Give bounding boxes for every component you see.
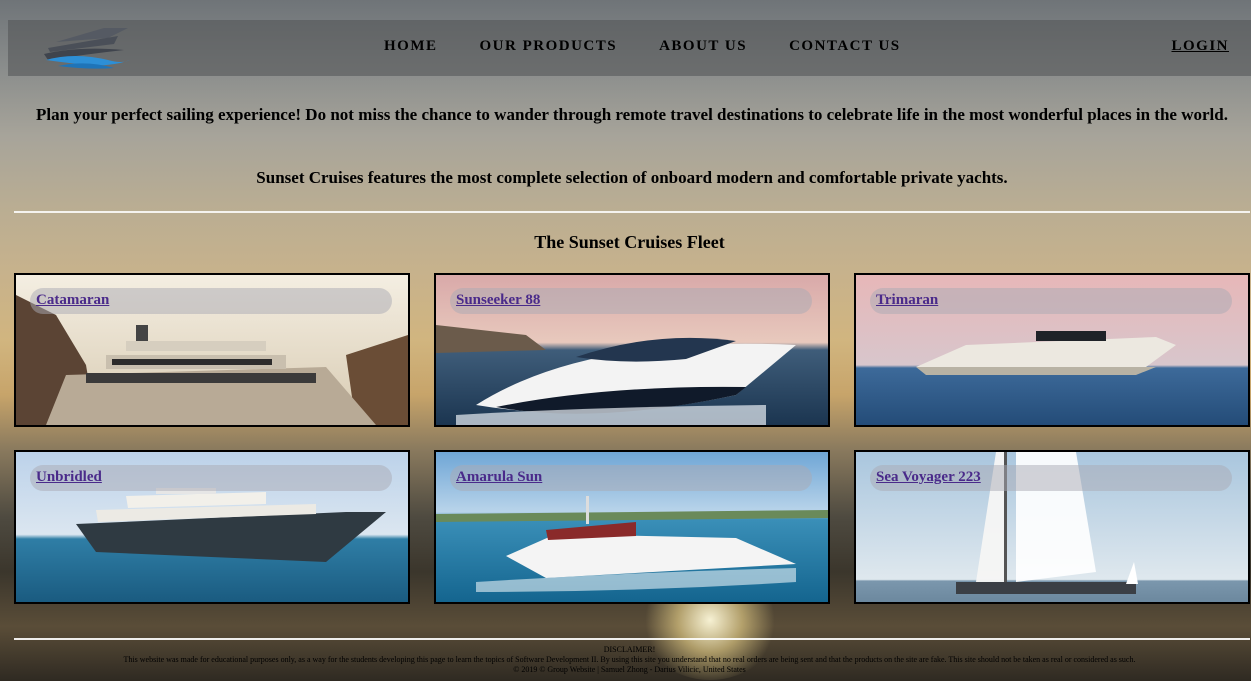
nav-our-products[interactable]: OUR PRODUCTS (480, 38, 618, 55)
page: HOME OUR PRODUCTS ABOUT US CONTACT US LO… (8, 8, 1251, 681)
main-nav: HOME OUR PRODUCTS ABOUT US CONTACT US (384, 38, 943, 55)
fleet-card-label: Amarula Sun (450, 465, 812, 491)
fleet-link-trimaran[interactable]: Trimaran (876, 292, 938, 309)
fleet-card-amarula-sun[interactable]: Amarula Sun (434, 450, 830, 604)
fleet-card-trimaran[interactable]: Trimaran (854, 273, 1250, 427)
login-link[interactable]: LOGIN (1171, 38, 1229, 55)
disclaimer-text: This website was made for educational pu… (123, 655, 1136, 664)
fleet-card-catamaran[interactable]: Catamaran (14, 273, 410, 427)
nav-home[interactable]: HOME (384, 38, 438, 55)
nav-about-us[interactable]: ABOUT US (659, 38, 747, 55)
fleet-card-label: Sunseeker 88 (450, 288, 812, 314)
cruise-logo-icon[interactable] (38, 24, 134, 72)
fleet-link-sea-voyager-223[interactable]: Sea Voyager 223 (876, 469, 981, 486)
fleet-card-unbridled[interactable]: Unbridled (14, 450, 410, 604)
intro-text: Plan your perfect sailing experience! Do… (36, 105, 1228, 124)
nav-contact-us[interactable]: CONTACT US (789, 38, 901, 55)
fleet-card-label: Catamaran (30, 288, 392, 314)
fleet-card-label: Trimaran (870, 288, 1232, 314)
fleet-link-unbridled[interactable]: Unbridled (36, 469, 102, 486)
fleet-link-sunseeker-88[interactable]: Sunseeker 88 (456, 292, 540, 309)
fleet-card-label: Unbridled (30, 465, 392, 491)
fleet-link-catamaran[interactable]: Catamaran (36, 292, 109, 309)
disclaimer-title: DISCLAIMER! (603, 645, 656, 654)
fleet-card-sunseeker-88[interactable]: Sunseeker 88 (434, 273, 830, 427)
fleet-heading: The Sunset Cruises Fleet (534, 232, 725, 252)
fleet-card-label: Sea Voyager 223 (870, 465, 1232, 491)
footer-divider (14, 638, 1250, 640)
fleet-card-sea-voyager-223[interactable]: Sea Voyager 223 (854, 450, 1250, 604)
top-navbar: HOME OUR PRODUCTS ABOUT US CONTACT US LO… (8, 20, 1251, 76)
intro-subtext: Sunset Cruises features the most complet… (256, 168, 1008, 187)
divider (14, 211, 1250, 213)
fleet-link-amarula-sun[interactable]: Amarula Sun (456, 469, 542, 486)
footer: DISCLAIMER! This website was made for ed… (8, 645, 1251, 675)
copyright-text: © 2019 © Group Website | Samuel Zhong - … (513, 665, 746, 674)
